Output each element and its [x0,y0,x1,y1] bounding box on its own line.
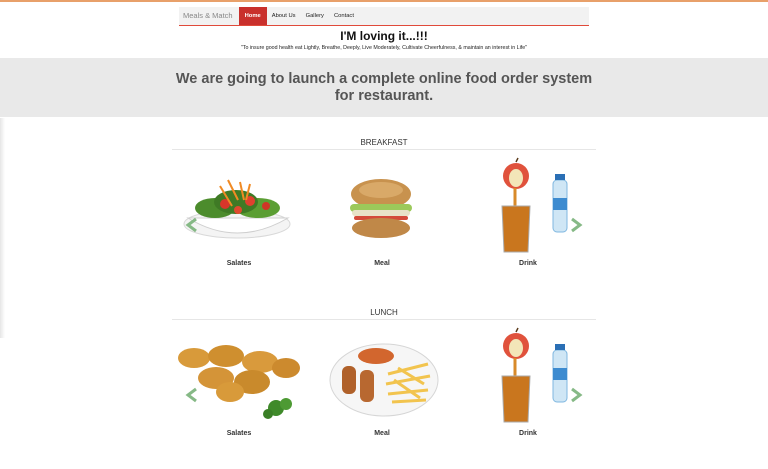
apple-juice-water-bottle-icon [501,327,568,423]
fish-and-chips-plate-icon [329,343,439,417]
top-accent-line [0,0,768,2]
nav-item-contact[interactable]: Contact [329,7,359,25]
nav-item-gallery[interactable]: Gallery [301,7,329,25]
sandwich-icon [350,179,412,238]
carousel-prev-arrow[interactable] [185,217,198,233]
section-divider [172,319,596,320]
announcement-banner: We are going to launch a complete online… [0,58,768,117]
carousel-prev-arrow[interactable] [185,387,198,403]
brand-link[interactable]: Meals & Match [179,7,239,25]
card-label-salates[interactable]: Salates [169,430,309,437]
nav-item-home[interactable]: Home [238,7,267,25]
hero-title: I'M loving it...!!! [340,29,428,43]
side-shadow [0,118,5,338]
card-label-salates[interactable]: Salates [169,260,309,267]
carousel-next-arrow[interactable] [570,217,583,233]
salad-bowl-icon [183,179,291,239]
section-divider [172,149,596,150]
carousel-next-arrow[interactable] [570,387,583,403]
apple-juice-water-bottle-icon [501,157,568,253]
hero-quote: "To insure good health eat Lightly, Brea… [240,45,528,51]
section-title-lunch: LUNCH [370,308,398,317]
card-label-meal[interactable]: Meal [312,430,452,437]
navbar: Meals & Match Home About Us Gallery Cont… [179,7,589,26]
card-label-drink[interactable]: Drink [458,260,598,267]
card-label-meal[interactable]: Meal [312,260,452,267]
chicken-nuggets-icon [178,345,300,419]
banner-text: We are going to launch a complete online… [175,70,593,104]
nav-item-about-us[interactable]: About Us [267,7,301,25]
card-label-drink[interactable]: Drink [458,430,598,437]
section-title-breakfast: BREAKFAST [360,138,408,147]
